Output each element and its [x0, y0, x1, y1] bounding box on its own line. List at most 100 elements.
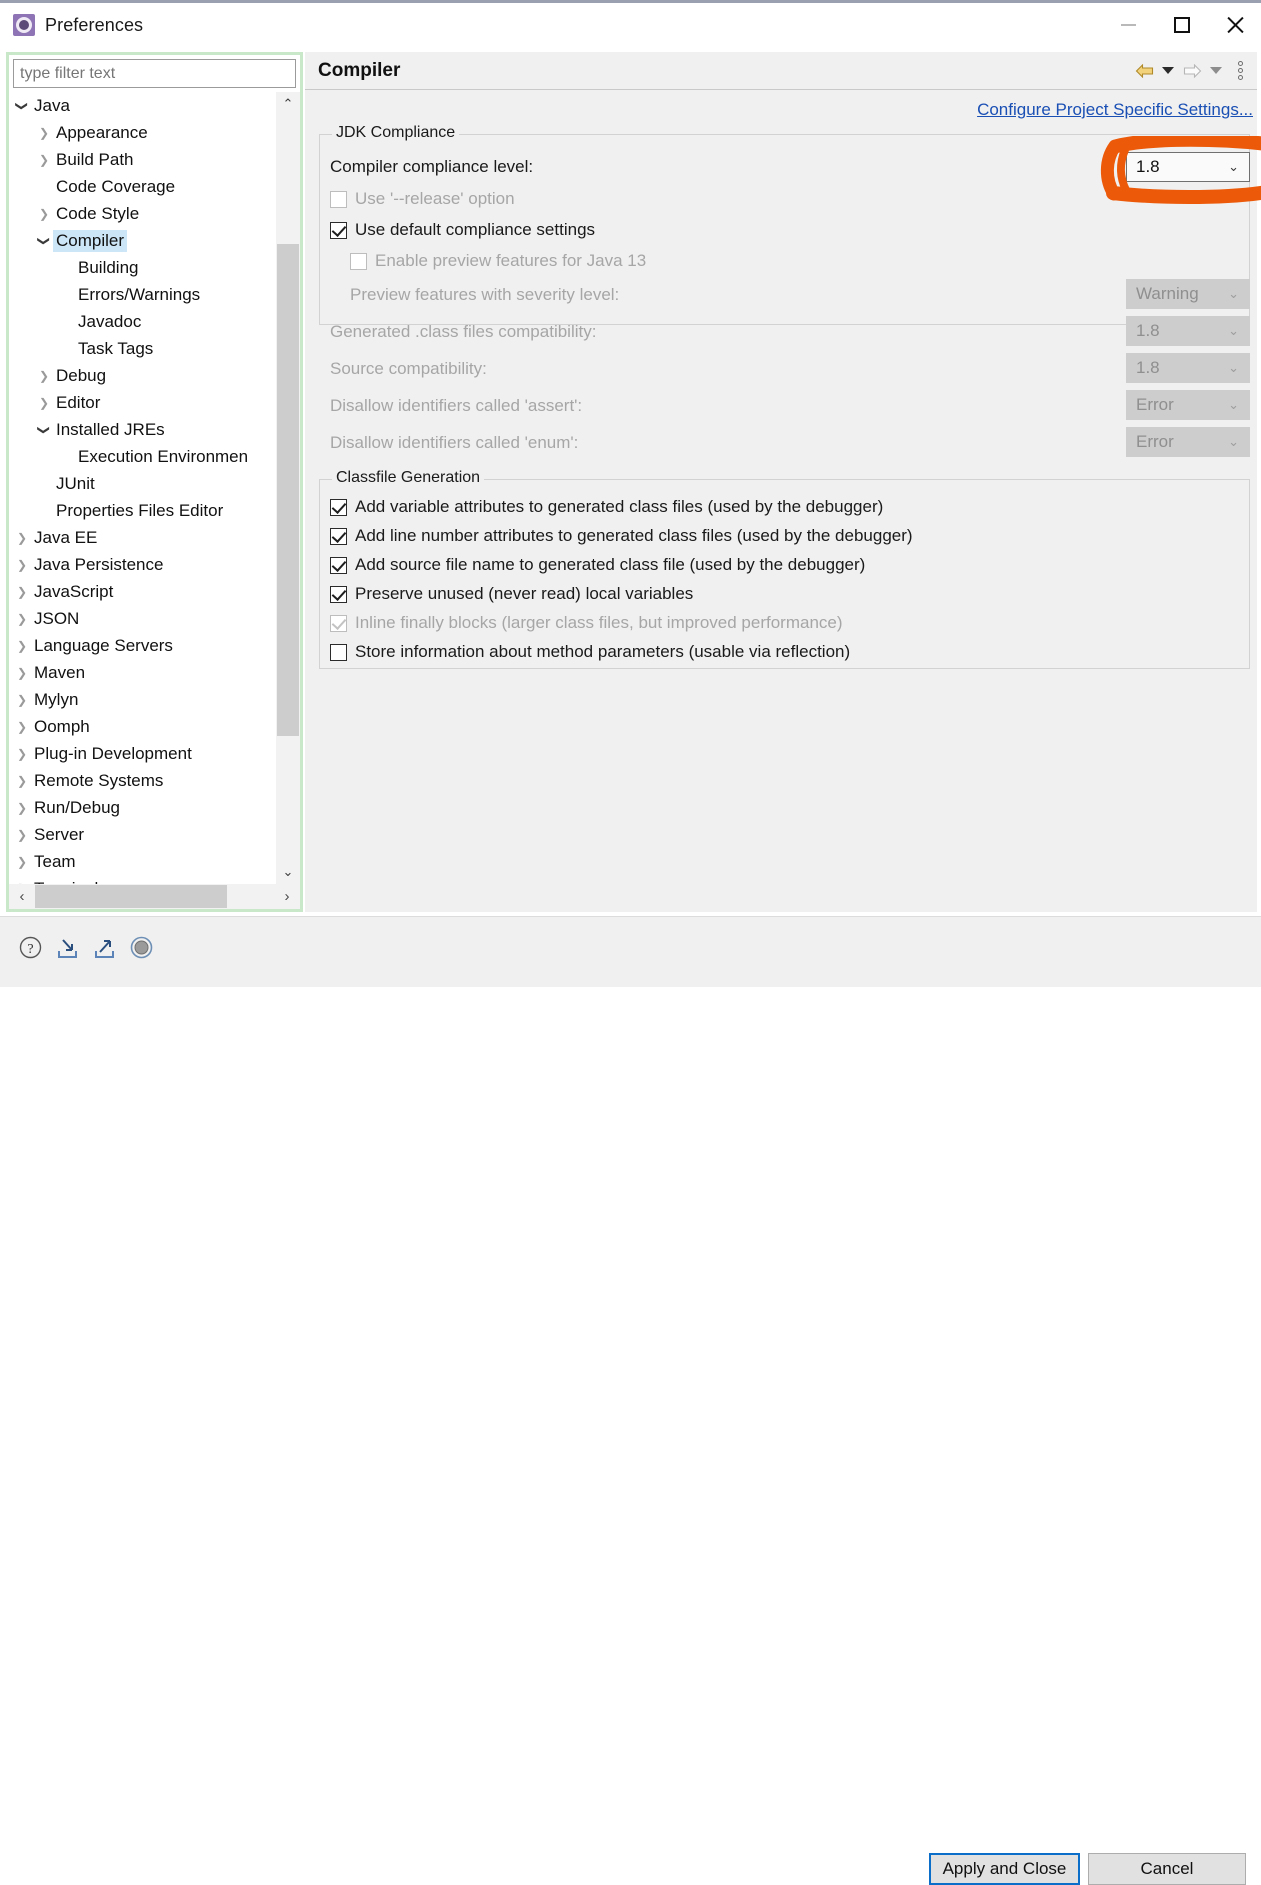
help-icon[interactable]: ? — [18, 935, 43, 960]
apply-and-close-button[interactable]: Apply and Close — [929, 1853, 1080, 1885]
chevron-right-icon[interactable]: ❯ — [13, 532, 31, 544]
checkbox[interactable] — [330, 190, 347, 208]
checkbox-row[interactable]: Add line number attributes to generated … — [330, 526, 913, 546]
checkbox-row[interactable]: Enable preview features for Java 13 — [350, 251, 646, 271]
chevron-right-icon[interactable]: ❯ — [13, 640, 31, 652]
checkbox-row[interactable]: Use default compliance settings — [330, 220, 595, 240]
back-button[interactable] — [1133, 58, 1155, 84]
chevron-right-icon[interactable]: ❯ — [13, 721, 31, 733]
sidebar-item-appearance[interactable]: ❯ Appearance — [9, 119, 274, 146]
sidebar-item-compiler[interactable]: ❯ Compiler — [9, 227, 274, 254]
chevron-right-icon[interactable]: ❯ — [13, 559, 31, 571]
sidebar-item-task-tags[interactable]: Task Tags — [9, 335, 274, 362]
scroll-left-icon[interactable]: ‹ — [9, 884, 35, 909]
sidebar-item-build-path[interactable]: ❯ Build Path — [9, 146, 274, 173]
checkbox[interactable] — [330, 585, 347, 603]
sidebar-item-junit[interactable]: JUnit — [9, 470, 274, 497]
chevron-right-icon[interactable]: ❯ — [13, 775, 31, 787]
chevron-down-icon[interactable]: ❯ — [15, 97, 29, 115]
back-dropdown-button[interactable] — [1157, 58, 1179, 84]
checkbox[interactable] — [330, 614, 347, 632]
maximize-button[interactable] — [1155, 2, 1208, 49]
cancel-button[interactable]: Cancel — [1088, 1853, 1246, 1885]
sidebar-item-plug-in-development[interactable]: ❯ Plug-in Development — [9, 740, 274, 767]
chevron-right-icon[interactable]: ❯ — [13, 748, 31, 760]
sidebar-item-oomph[interactable]: ❯ Oomph — [9, 713, 274, 740]
sidebar-item-json[interactable]: ❯ JSON — [9, 605, 274, 632]
chevron-right-icon[interactable]: ❯ — [13, 667, 31, 679]
chevron-down-icon: ⌄ — [1228, 159, 1239, 174]
checkbox-row[interactable]: Add variable attributes to generated cla… — [330, 497, 883, 517]
sidebar-item-editor[interactable]: ❯ Editor — [9, 389, 274, 416]
chevron-down-icon[interactable]: ❯ — [37, 232, 51, 250]
chevron-down-icon[interactable]: ❯ — [37, 421, 51, 439]
checkbox[interactable] — [330, 527, 347, 545]
sidebar-item-java[interactable]: ❯ Java — [9, 92, 274, 119]
chevron-right-icon[interactable]: ❯ — [13, 802, 31, 814]
chevron-right-icon[interactable]: ❯ — [13, 613, 31, 625]
sidebar-item-terminal[interactable]: ❯Terminal — [9, 875, 274, 885]
checkbox-row[interactable]: Add source file name to generated class … — [330, 555, 865, 575]
checkbox-label: Enable preview features for Java 13 — [375, 251, 647, 270]
chevron-right-icon[interactable]: ❯ — [13, 586, 31, 598]
chevron-right-icon[interactable]: ❯ — [35, 127, 53, 139]
sidebar-item-debug[interactable]: ❯ Debug — [9, 362, 274, 389]
scroll-down-icon[interactable]: ⌄ — [276, 860, 300, 884]
scroll-up-icon[interactable]: ⌃ — [276, 92, 300, 116]
forward-button[interactable] — [1181, 58, 1203, 84]
sidebar-item-installed-jres[interactable]: ❯ Installed JREs — [9, 416, 274, 443]
checkbox[interactable] — [350, 252, 367, 270]
checkbox[interactable] — [330, 498, 347, 516]
chevron-right-icon[interactable]: ❯ — [35, 370, 53, 382]
sidebar-item-java-persistence[interactable]: ❯ Java Persistence — [9, 551, 274, 578]
sidebar-item-java-ee[interactable]: ❯ Java EE — [9, 524, 274, 551]
view-menu-button[interactable] — [1229, 58, 1251, 84]
checkbox-label: Store information about method parameter… — [355, 642, 851, 661]
search-input[interactable] — [13, 59, 296, 88]
checkbox[interactable] — [330, 221, 347, 239]
horizontal-scroll-thumb[interactable] — [35, 885, 227, 908]
checkbox-row[interactable]: Preserve unused (never read) local varia… — [330, 584, 693, 604]
sidebar-item-javascript[interactable]: ❯ JavaScript — [9, 578, 274, 605]
chevron-right-icon[interactable]: ❯ — [35, 154, 53, 166]
sidebar-item-run-debug[interactable]: ❯ Run/Debug — [9, 794, 274, 821]
checkbox-row[interactable]: Store information about method parameter… — [330, 642, 850, 662]
chevron-right-icon[interactable]: ❯ — [35, 208, 53, 220]
checkbox[interactable] — [330, 556, 347, 574]
export-icon[interactable] — [92, 935, 117, 960]
close-button[interactable] — [1208, 2, 1261, 49]
sidebar-item-language-servers[interactable]: ❯ Language Servers — [9, 632, 274, 659]
sidebar-item-server[interactable]: ❯ Server — [9, 821, 274, 848]
sidebar-item-maven[interactable]: ❯ Maven — [9, 659, 274, 686]
chevron-right-icon[interactable]: ❯ — [13, 829, 31, 841]
tree-vertical-scrollbar[interactable]: ⌃ ⌄ — [276, 92, 300, 884]
compiler-compliance-level-dropdown[interactable]: 1.8 ⌄ — [1126, 152, 1250, 182]
checkbox-row[interactable]: Use '--release' option — [330, 189, 515, 209]
vertical-scroll-thumb[interactable] — [277, 244, 299, 736]
sidebar-item-properties-files-editor[interactable]: Properties Files Editor — [9, 497, 274, 524]
sidebar-item-code-coverage[interactable]: Code Coverage — [9, 173, 274, 200]
checkbox[interactable] — [330, 643, 347, 661]
forward-dropdown-button[interactable] — [1205, 58, 1227, 84]
sidebar-item-team[interactable]: ❯ Team — [9, 848, 274, 875]
scroll-right-icon[interactable]: › — [274, 884, 300, 909]
sidebar-item-remote-systems[interactable]: ❯ Remote Systems — [9, 767, 274, 794]
sidebar-item-code-style[interactable]: ❯ Code Style — [9, 200, 274, 227]
sidebar-item-label: Building — [78, 257, 139, 277]
sidebar-item-building[interactable]: Building — [9, 254, 274, 281]
import-icon[interactable] — [55, 935, 80, 960]
chevron-right-icon[interactable]: ❯ — [35, 397, 53, 409]
preferences-tree[interactable]: ❯ Java ❯ Appearance ❯ Build Path Code Coverage… — [9, 92, 274, 885]
checkbox-row[interactable]: Inline finally blocks (larger class file… — [330, 613, 843, 633]
minimize-button[interactable] — [1102, 2, 1155, 49]
sidebar-item-label: Maven — [34, 662, 86, 682]
sidebar-item-execution-environmen[interactable]: Execution Environmen — [9, 443, 274, 470]
chevron-right-icon[interactable]: ❯ — [13, 694, 31, 706]
filter-toggle-icon[interactable] — [129, 935, 154, 960]
sidebar-item-errors-warnings[interactable]: Errors/Warnings — [9, 281, 274, 308]
chevron-right-icon[interactable]: ❯ — [13, 856, 31, 868]
sidebar-item-javadoc[interactable]: Javadoc — [9, 308, 274, 335]
tree-horizontal-scrollbar[interactable]: ‹ › — [9, 884, 300, 909]
configure-project-specific-settings-link[interactable]: Configure Project Specific Settings... — [977, 100, 1253, 120]
sidebar-item-mylyn[interactable]: ❯ Mylyn — [9, 686, 274, 713]
